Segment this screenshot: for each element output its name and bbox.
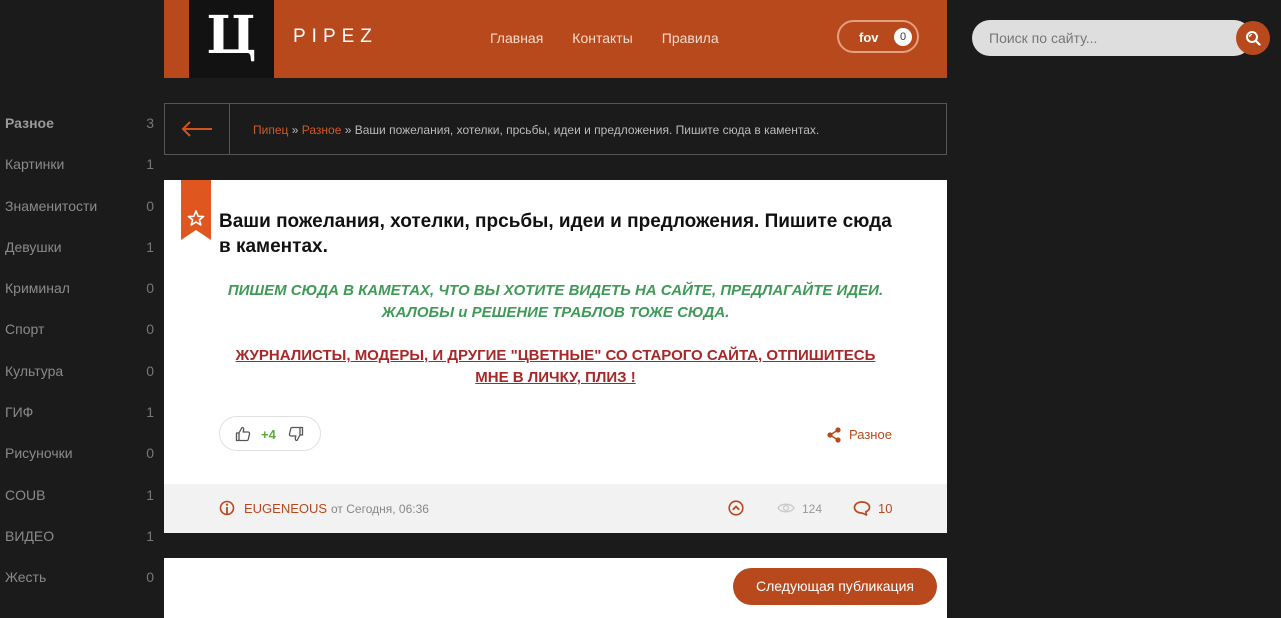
- post-date: от Сегодня, 06:36: [331, 502, 429, 516]
- site-header: Ц PIPEZ Главная Контакты Правила fov 0: [164, 0, 947, 78]
- site-logo[interactable]: Ц: [189, 0, 274, 78]
- chevron-up-circle-icon[interactable]: [728, 500, 744, 516]
- sidebar-item-devushki[interactable]: Девушки 1: [0, 227, 158, 268]
- category-count: 1: [146, 238, 154, 255]
- back-button[interactable]: [165, 104, 230, 154]
- breadcrumb-category-link[interactable]: Разное: [302, 123, 342, 137]
- sidebar-item-znamenitosti[interactable]: Знаменитости 0: [0, 186, 158, 227]
- sidebar-item-kriminal[interactable]: Криминал 0: [0, 268, 158, 309]
- category-name: Рисуночки: [5, 445, 73, 462]
- nav-home[interactable]: Главная: [490, 30, 543, 46]
- category-count: 3: [146, 115, 154, 131]
- category-count: 1: [146, 404, 154, 421]
- sidebar-item-raznoe[interactable]: Разное 3: [0, 103, 158, 144]
- category-count: 0: [146, 445, 154, 462]
- thumbs-up-icon[interactable]: [235, 426, 251, 442]
- comments-count[interactable]: 10: [878, 501, 892, 516]
- next-publication-button[interactable]: Следующая публикация: [733, 568, 937, 605]
- nav-rules[interactable]: Правила: [662, 30, 719, 46]
- category-name: Разное: [5, 115, 54, 131]
- breadcrumb: Пипец » Разное » Ваши пожелания, хотелки…: [164, 103, 947, 155]
- sidebar-item-risunochki[interactable]: Рисуночки 0: [0, 433, 158, 474]
- post-text-line: ПИШЕМ СЮДА В КАМЕТАХ, ЧТО ВЫ ХОТИТЕ ВИДЕ…: [227, 282, 884, 299]
- sidebar-item-coub[interactable]: COUB 1: [0, 475, 158, 516]
- search-icon: [1246, 31, 1261, 46]
- sidebar-item-kultura[interactable]: Культура 0: [0, 351, 158, 392]
- user-icon: [219, 500, 235, 516]
- share-icon: [827, 427, 841, 443]
- nav-contacts[interactable]: Контакты: [572, 30, 632, 46]
- search-input[interactable]: [972, 20, 1252, 56]
- favorites-label: fov: [859, 30, 879, 45]
- thumbs-down-icon[interactable]: [288, 426, 304, 442]
- main-nav: Главная Контакты Правила: [490, 30, 748, 46]
- breadcrumb-home-link[interactable]: Пипец: [253, 123, 288, 137]
- eye-icon: [777, 503, 795, 513]
- post-body-green: ПИШЕМ СЮДА В КАМЕТАХ, ЧТО ВЫ ХОТИТЕ ВИДЕ…: [204, 280, 907, 324]
- post-card: Ваши пожелания, хотелки, прсьбы, идеи и …: [164, 180, 947, 533]
- category-name: Жесть: [5, 569, 47, 586]
- sidebar-item-kartinki[interactable]: Картинки 1: [0, 144, 158, 185]
- post-text-line: МНЕ В ЛИЧКУ, ПЛИЗ !: [475, 369, 636, 386]
- category-count: 1: [146, 486, 154, 503]
- post-body-red: ЖУРНАЛИСТЫ, МОДЕРЫ, И ДРУГИЕ "ЦВЕТНЫЕ" С…: [204, 345, 907, 389]
- breadcrumb-current: Ваши пожелания, хотелки, прсьбы, идеи и …: [354, 123, 820, 137]
- category-name: ВИДЕО: [5, 527, 55, 544]
- sidebar-item-gif[interactable]: ГИФ 1: [0, 392, 158, 433]
- category-name: Девушки: [5, 238, 62, 255]
- breadcrumb-separator: »: [344, 123, 352, 137]
- category-name: Культура: [5, 362, 64, 379]
- category-sidebar: Разное 3 Картинки 1 Знаменитости 0 Девуш…: [0, 103, 158, 599]
- sidebar-item-sport[interactable]: Спорт 0: [0, 309, 158, 350]
- star-ribbon-icon[interactable]: [181, 180, 211, 240]
- category-name: Знаменитости: [5, 197, 98, 214]
- category-name: Криминал: [5, 280, 70, 297]
- category-name: Картинки: [5, 156, 65, 173]
- category-name: COUB: [5, 486, 46, 503]
- category-name: Спорт: [5, 321, 45, 338]
- post-text-line: ЖУРНАЛИСТЫ, МОДЕРЫ, И ДРУГИЕ "ЦВЕТНЫЕ" С…: [235, 347, 876, 364]
- category-name: ГИФ: [5, 404, 34, 421]
- category-count: 1: [146, 527, 154, 544]
- arrow-left-icon: [181, 121, 212, 137]
- post-title[interactable]: Ваши пожелания, хотелки, прсьбы, идеи и …: [219, 209, 899, 259]
- next-publication-panel: Следующая публикация: [164, 558, 947, 618]
- post-meta-bar: EUGENEOUS от Сегодня, 06:36 124 10: [164, 484, 947, 533]
- comment-icon[interactable]: [853, 500, 871, 516]
- favorites-count-badge: 0: [894, 28, 912, 46]
- category-count: 0: [146, 280, 154, 297]
- category-count: 0: [146, 197, 154, 214]
- sidebar-item-video[interactable]: ВИДЕО 1: [0, 516, 158, 557]
- breadcrumb-separator: »: [291, 123, 299, 137]
- site-name[interactable]: PIPEZ: [293, 26, 378, 48]
- post-category-label: Разное: [849, 427, 892, 442]
- author-link[interactable]: EUGENEOUS: [244, 501, 327, 516]
- post-text-line: ЖАЛОБЫ и РЕШЕНИЕ ТРАБЛОВ ТОЖЕ СЮДА.: [381, 304, 730, 321]
- rating-score: +4: [261, 427, 276, 442]
- breadcrumb-trail: Пипец » Разное » Ваши пожелания, хотелки…: [253, 123, 819, 137]
- category-count: 1: [146, 156, 154, 173]
- rating-widget: +4: [219, 416, 321, 451]
- views-count: 124: [802, 502, 823, 516]
- search-button[interactable]: [1236, 21, 1270, 55]
- category-count: 0: [146, 362, 154, 379]
- search-box: [972, 20, 1272, 56]
- favorites-button[interactable]: fov 0: [837, 20, 919, 53]
- sidebar-item-zhest[interactable]: Жесть 0: [0, 557, 158, 598]
- category-count: 0: [146, 321, 154, 338]
- category-count: 0: [146, 569, 154, 586]
